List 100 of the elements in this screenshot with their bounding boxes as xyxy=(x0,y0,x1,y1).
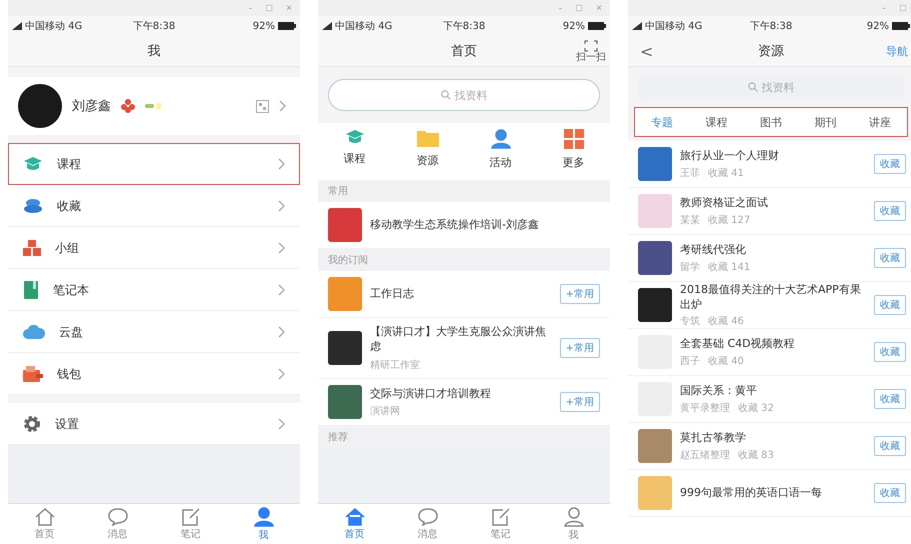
item-subtitle: 精研工作室 xyxy=(370,358,421,372)
save-count: 收藏 41 xyxy=(708,166,744,180)
tab-bar-item[interactable]: 笔记 xyxy=(464,504,537,544)
back-button[interactable]: < xyxy=(628,40,678,62)
item-title: 全套基础 C4D视频教程 xyxy=(680,336,796,352)
item-title: 2018最值得关注的十大艺术APP有果出炉 xyxy=(680,282,862,312)
item-author: 王菲 xyxy=(680,166,700,180)
window-control[interactable]: - xyxy=(558,2,562,14)
tab-bar-item[interactable]: 我 xyxy=(227,504,300,544)
thumbnail xyxy=(328,384,362,419)
shortcut-button[interactable]: 活动 xyxy=(464,129,537,170)
resource-item[interactable]: 2018最值得关注的十大艺术APP有果出炉 专筑 收藏 46 收藏 xyxy=(628,282,911,329)
profile-card[interactable]: 刘彦鑫 xyxy=(8,77,300,135)
window-control[interactable]: - xyxy=(882,2,886,14)
save-button[interactable]: 收藏 xyxy=(874,342,906,362)
tab-bar-item[interactable]: 我 xyxy=(537,504,610,544)
save-count: 收藏 141 xyxy=(708,260,750,274)
blocks-icon xyxy=(23,240,41,256)
category-tab[interactable]: 课程 xyxy=(689,110,744,134)
search-icon xyxy=(748,82,758,92)
search-field[interactable]: 找资料 xyxy=(328,79,600,111)
item-author: 某某 xyxy=(680,214,700,227)
item-author: 留学 xyxy=(680,260,700,274)
save-button[interactable]: 收藏 xyxy=(874,248,906,268)
add-button[interactable]: +常用 xyxy=(560,284,600,304)
resource-item[interactable]: 莫扎古筝教学 赵五绪整理 收藏 83 收藏 xyxy=(628,423,911,470)
signal-icon xyxy=(12,22,22,30)
qr-code-icon[interactable] xyxy=(256,100,269,112)
resource-item[interactable]: 考研线代强化 留学 收藏 141 收藏 xyxy=(628,235,911,282)
screen-title: 我 xyxy=(146,43,162,60)
list-item[interactable]: 移动教学生态系统操作培训-刘彦鑫 xyxy=(318,202,610,249)
menu-item[interactable]: 课程 xyxy=(8,143,300,185)
cover-image xyxy=(638,147,672,181)
person-icon xyxy=(254,506,274,526)
shortcut-button[interactable]: 资源 xyxy=(391,129,464,170)
cover-image xyxy=(638,194,672,228)
battery-icon xyxy=(278,22,296,30)
save-button[interactable]: 收藏 xyxy=(874,201,906,221)
chevron-right-icon xyxy=(278,158,285,170)
home-icon xyxy=(344,508,364,526)
battery-percent: 92% xyxy=(562,20,585,32)
resource-item[interactable]: 国际关系：黄平 黄平录整理 收藏 32 收藏 xyxy=(628,376,911,423)
save-count: 收藏 32 xyxy=(738,402,774,415)
chevron-right-icon xyxy=(279,100,286,112)
item-title: 旅行从业一个人理财 xyxy=(680,148,780,164)
list-item[interactable]: 工作日志 +常用 xyxy=(318,271,610,318)
cover-image xyxy=(638,429,672,463)
chat-icon xyxy=(418,508,438,526)
save-button[interactable]: 收藏 xyxy=(874,154,906,174)
note-edit-icon xyxy=(490,508,510,526)
tab-bar-item[interactable]: 首页 xyxy=(8,504,81,544)
window-control[interactable]: × xyxy=(596,2,602,14)
save-button[interactable]: 收藏 xyxy=(874,389,906,409)
item-title: 国际关系：黄平 xyxy=(680,383,758,399)
window-control[interactable]: □ xyxy=(266,2,272,14)
add-button[interactable]: +常用 xyxy=(560,338,600,358)
category-tab[interactable]: 讲座 xyxy=(852,110,908,134)
category-tab[interactable]: 专题 xyxy=(635,110,690,134)
window-control[interactable]: - xyxy=(248,2,252,14)
user-name: 刘彦鑫 xyxy=(72,98,111,115)
scan-icon xyxy=(584,40,598,52)
add-button[interactable]: +常用 xyxy=(560,392,600,412)
save-count: 收藏 40 xyxy=(708,354,744,368)
item-title: 莫扎古筝教学 xyxy=(680,430,747,446)
item-author: 西子 xyxy=(680,354,700,368)
search-field[interactable]: 找资料 xyxy=(638,75,904,99)
thumbnail xyxy=(328,330,362,365)
window-control[interactable]: □ xyxy=(900,2,906,14)
resource-item[interactable]: 教师资格证之面试 某某 收藏 127 收藏 xyxy=(628,188,911,235)
thumbnail xyxy=(328,277,362,311)
resource-item[interactable]: 999句最常用的英语口语一每 收藏 xyxy=(628,470,911,517)
battery-icon xyxy=(892,22,910,30)
save-button[interactable]: 收藏 xyxy=(874,483,906,503)
thumbnail xyxy=(328,208,362,242)
list-item[interactable]: 交际与演讲口才培训教程 演讲网 +常用 xyxy=(318,378,610,426)
tab-bar-item[interactable]: 首页 xyxy=(318,504,391,544)
save-button[interactable]: 收藏 xyxy=(874,295,906,315)
item-title: 工作日志 xyxy=(370,286,415,302)
shortcut-button[interactable]: 课程 xyxy=(318,129,391,170)
save-button[interactable]: 收藏 xyxy=(874,436,906,456)
cover-image xyxy=(638,288,672,322)
scan-button[interactable]: 扫一扫 xyxy=(576,40,606,62)
category-tab[interactable]: 图书 xyxy=(744,110,798,134)
shortcut-button[interactable]: 更多 xyxy=(537,129,610,170)
resource-item[interactable]: 全套基础 C4D视频教程 西子 收藏 40 收藏 xyxy=(628,329,911,376)
tab-bar-item[interactable]: 笔记 xyxy=(154,504,227,544)
resource-item[interactable]: 旅行从业一个人理财 王菲 收藏 41 收藏 xyxy=(628,141,911,188)
tab-bar-item[interactable]: 消息 xyxy=(81,504,154,544)
battery-percent: 92% xyxy=(252,20,275,32)
nav-link[interactable]: 导航 xyxy=(864,42,911,60)
category-tab[interactable]: 期刊 xyxy=(798,110,853,134)
item-title: 考研线代强化 xyxy=(680,242,747,258)
window-control[interactable]: □ xyxy=(576,2,582,14)
note-edit-icon xyxy=(180,508,200,526)
folder-icon xyxy=(416,129,438,147)
chat-icon xyxy=(108,508,128,526)
window-control[interactable]: × xyxy=(286,2,292,14)
tab-bar-item[interactable]: 消息 xyxy=(391,504,464,544)
settings-icon xyxy=(23,415,41,433)
list-item[interactable]: 【演讲口才】大学生克服公众演讲焦虑 精研工作室 +常用 xyxy=(318,318,610,379)
